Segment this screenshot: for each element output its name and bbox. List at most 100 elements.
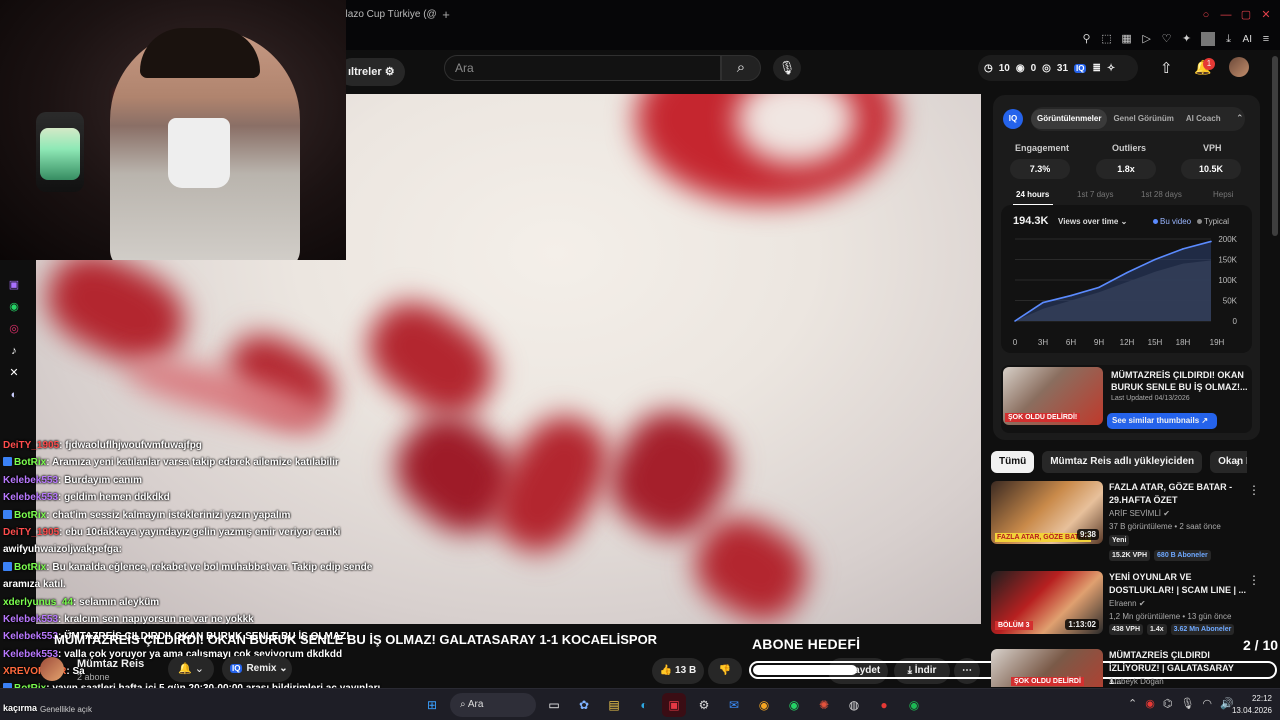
time-tab-24h[interactable]: 24 hours bbox=[1016, 190, 1049, 199]
obs-app-icon[interactable]: ▣ bbox=[662, 693, 686, 717]
record-app-icon[interactable]: ● bbox=[872, 693, 896, 717]
recommendation-thumbnail[interactable]: ŞOK OLDU DELİRDİ bbox=[991, 649, 1103, 687]
tab-ai-coach[interactable]: AI Coach bbox=[1180, 109, 1227, 129]
recommendation-thumbnail[interactable]: FAZLA ATAR, GÖZE BATAR 9:38 bbox=[991, 481, 1103, 544]
chat-text: awifyuhwaizoljwakpefga: bbox=[3, 544, 122, 556]
heart-icon[interactable]: ♡ bbox=[1161, 33, 1173, 45]
recommendation-thumbnail[interactable]: BÖLÜM 3 1:13:02 bbox=[991, 571, 1103, 634]
filter-icon[interactable]: ≣ bbox=[1092, 63, 1100, 74]
mic-icon[interactable]: 🎙 bbox=[773, 55, 801, 81]
recommendation-item[interactable]: BÖLÜM 3 1:13:02 YENİ OYUNLAR VE DOSTLUKL… bbox=[991, 571, 1260, 656]
edge-icon[interactable]: ◐ bbox=[632, 693, 656, 717]
remix-button[interactable]: IQ Remix ⌄ bbox=[222, 656, 292, 682]
recommendation-channel[interactable]: Elraenn ✔ bbox=[1109, 599, 1146, 608]
verified-icon: ✔ bbox=[1163, 509, 1170, 518]
copilot-icon[interactable]: ✿ bbox=[572, 693, 596, 717]
weather-widget[interactable]: Genellikle açık bbox=[40, 705, 92, 714]
profile-icon[interactable] bbox=[1200, 32, 1215, 46]
iq-icon[interactable]: IQ bbox=[1074, 63, 1087, 73]
camera-app-icon[interactable]: ◍ bbox=[842, 693, 866, 717]
stats-pill[interactable]: ◷ 10 ◉ 0 ◎ 31 IQ ≣ ✧ bbox=[978, 55, 1138, 81]
filters-button[interactable]: ıltreler ⚙ bbox=[338, 58, 405, 86]
extension-icon[interactable]: ✦ bbox=[1181, 33, 1193, 45]
play-icon[interactable]: ▷ bbox=[1141, 33, 1153, 45]
channel-name[interactable]: Mümtaz Reis bbox=[77, 658, 144, 670]
mail-icon[interactable]: ✉ bbox=[722, 693, 746, 717]
recommendation-title[interactable]: FAZLA ATAR, GÖZE BATAR - 29.HAFTA ÖZET bbox=[1109, 481, 1247, 507]
video-blur-shape bbox=[477, 400, 625, 568]
dislike-button[interactable]: 👎 bbox=[708, 658, 742, 684]
avatar[interactable] bbox=[1229, 57, 1249, 77]
chart-metric-select[interactable]: Views over time ⌄ bbox=[1058, 217, 1127, 226]
task-view-icon[interactable]: ▭ bbox=[542, 693, 566, 717]
similar-thumbnails-button[interactable]: See similar thumbnails ↗ bbox=[1107, 413, 1217, 429]
pin-icon[interactable]: ⚲ bbox=[1081, 33, 1093, 45]
chat-message: Kelebek553: kralcım sen napıyorsun ne va… bbox=[3, 611, 383, 628]
mic-icon[interactable]: 🎙 bbox=[1180, 697, 1194, 710]
menu-icon[interactable]: ≡ bbox=[1260, 33, 1272, 45]
time-tab-all[interactable]: Hepsi bbox=[1213, 190, 1233, 199]
network-icon[interactable]: ⌬ bbox=[1163, 697, 1173, 710]
maximize-icon[interactable]: ▢ bbox=[1240, 9, 1252, 21]
more-vertical-icon[interactable]: ⋮ bbox=[1248, 483, 1260, 497]
notification-button[interactable]: 🔔 ⌄ bbox=[168, 656, 214, 682]
search-icon[interactable]: ⌕ bbox=[721, 55, 761, 81]
twitch-icon: ▣ bbox=[8, 279, 20, 291]
more-vertical-icon[interactable]: ⋮ bbox=[1248, 573, 1260, 587]
vph-badge: 15.2K VPH bbox=[1109, 550, 1151, 561]
like-count: 13 B bbox=[675, 665, 697, 676]
channel-subscribers: 2 abone bbox=[77, 672, 110, 682]
minimize-icon[interactable]: — bbox=[1220, 9, 1232, 21]
recommendation-channel[interactable]: ARİF SEVİMLİ ✔ bbox=[1109, 509, 1170, 518]
search-tab-icon[interactable]: ○ bbox=[1200, 9, 1212, 21]
channel-avatar[interactable] bbox=[40, 657, 64, 681]
sparkle-icon[interactable]: ✧ bbox=[1107, 63, 1115, 74]
windows-start-icon[interactable]: ⊞ bbox=[420, 693, 444, 717]
chip-uploader[interactable]: Mümtaz Reis adlı yükleyiciden bbox=[1042, 451, 1203, 473]
chip-all[interactable]: Tümü bbox=[991, 451, 1035, 473]
recommendation-item[interactable]: ŞOK OLDU DELİRDİ MÜMTAZREİS ÇILDIRDI İZL… bbox=[991, 649, 1259, 687]
instagram-icon: ◎ bbox=[9, 323, 19, 335]
recommendation-badges: Yeni 15.2K VPH 680 B Aboneler bbox=[1109, 535, 1249, 561]
metric-value: 10.5K bbox=[1181, 159, 1241, 179]
settings-icon[interactable]: ⚙ bbox=[692, 693, 716, 717]
new-tab-icon[interactable]: + bbox=[438, 6, 454, 24]
taskbar-apps: ⊞ ⌕ Ara ▭ ✿ ▤ ◐ ▣ ⚙ ✉ ◉ ◉ ✺ ◍ ● ◉ bbox=[420, 693, 926, 717]
filter-chips: Tümü Mümtaz Reis adlı yükleyiciden Okan … bbox=[991, 451, 1247, 475]
taskbar-time: 22:12 bbox=[1251, 694, 1272, 703]
upload-icon[interactable]: ⇧ bbox=[1160, 59, 1173, 77]
chrome-icon[interactable]: ◉ bbox=[752, 693, 776, 717]
close-icon[interactable]: ✕ bbox=[1260, 9, 1272, 21]
recommendation-channel[interactable]: Atabeyk Doğan bbox=[1109, 677, 1164, 686]
chevron-up-icon[interactable]: ⌃ bbox=[1128, 697, 1137, 710]
like-button[interactable]: 👍 13 B bbox=[652, 658, 704, 684]
whatsapp-icon[interactable]: ◉ bbox=[782, 693, 806, 717]
spotify-icon[interactable]: ◉ bbox=[902, 693, 926, 717]
wifi-icon[interactable]: ◠ bbox=[1202, 697, 1212, 710]
browser-tab[interactable]: olazo Cup Türkiye (@ bbox=[340, 6, 437, 24]
chevron-up-icon[interactable]: ⌃ bbox=[1236, 113, 1244, 124]
download-icon[interactable]: ⤓ bbox=[1223, 33, 1235, 45]
chat-username: BotRix bbox=[14, 561, 47, 573]
screenshot-icon[interactable]: ⬚ bbox=[1101, 33, 1113, 45]
chip-okan[interactable]: Okan B bbox=[1210, 451, 1247, 473]
scrollbar[interactable] bbox=[1272, 56, 1278, 236]
ai-button[interactable]: AI bbox=[1243, 34, 1252, 45]
recommendation-title[interactable]: YENİ OYUNLAR VE DOSTLUKLAR! | SCAM LINE … bbox=[1109, 571, 1247, 597]
taskbar-search[interactable]: ⌕ Ara bbox=[450, 693, 536, 717]
chart-ytick-label: 150K bbox=[1218, 256, 1237, 265]
file-explorer-icon[interactable]: ▤ bbox=[602, 693, 626, 717]
tab-views[interactable]: Görüntülenmeler bbox=[1031, 109, 1108, 129]
color-app-icon[interactable]: ✺ bbox=[812, 693, 836, 717]
iq-logo: IQ bbox=[1003, 109, 1023, 129]
tray-app-icon[interactable]: ◉ bbox=[1145, 697, 1155, 710]
taskbar-clock[interactable]: 22:12 13.04.2026 bbox=[1222, 693, 1272, 717]
grid-icon[interactable]: ▦ bbox=[1121, 33, 1133, 45]
iq-icon: IQ bbox=[230, 664, 243, 673]
tab-overview[interactable]: Genel Görünüm bbox=[1107, 109, 1179, 129]
search-input[interactable]: Ara bbox=[444, 55, 721, 81]
chevron-right-icon[interactable]: › bbox=[1236, 456, 1240, 470]
time-tab-28d[interactable]: 1st 28 days bbox=[1141, 190, 1182, 199]
time-tab-7d[interactable]: 1st 7 days bbox=[1077, 190, 1113, 199]
recommendation-item[interactable]: FAZLA ATAR, GÖZE BATAR 9:38 FAZLA ATAR, … bbox=[991, 481, 1260, 566]
